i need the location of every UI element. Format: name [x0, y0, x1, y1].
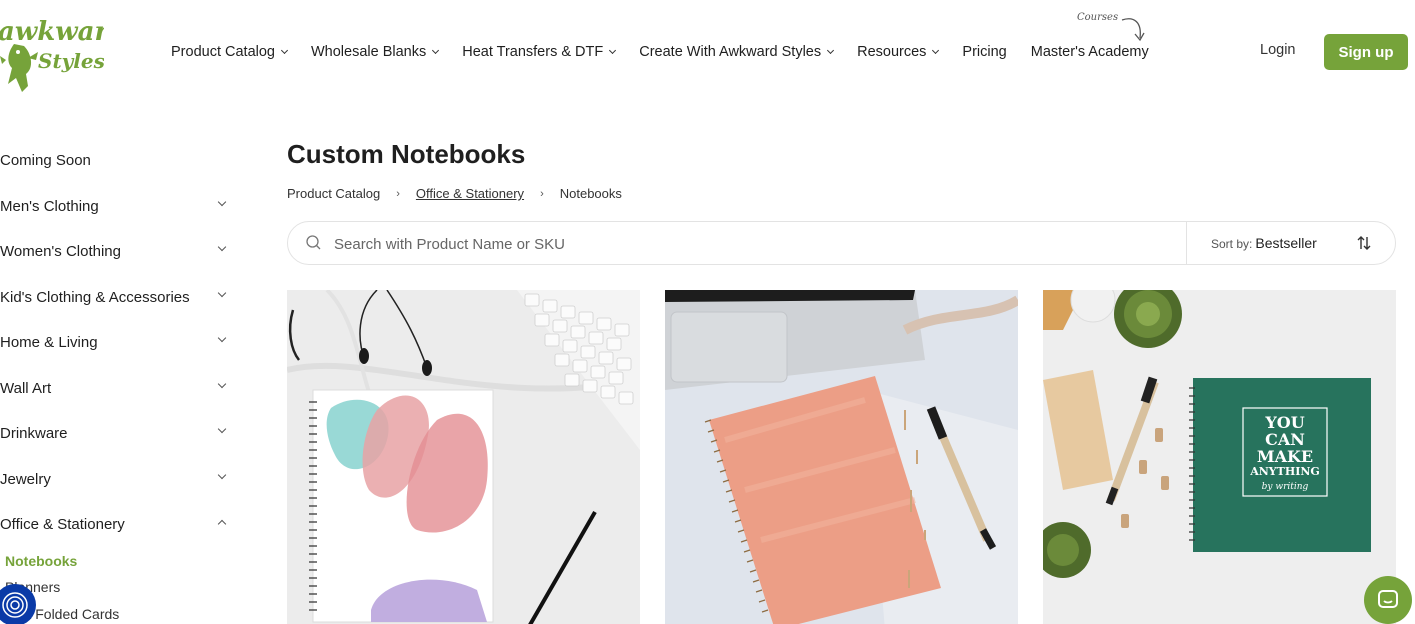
fingerprint-icon [2, 592, 28, 618]
nav-pricing[interactable]: Pricing [962, 44, 1006, 60]
signup-button[interactable]: Sign up [1324, 34, 1408, 70]
chevron-down-icon[interactable] [217, 333, 227, 343]
chevron-down-icon[interactable] [217, 379, 227, 388]
nav-label: Create With Awkward Styles [639, 44, 822, 60]
nav-label: Product Catalog [171, 44, 275, 60]
nav-label: Resources [857, 44, 927, 60]
sidebar-subitem-folded-cards[interactable]: & Folded Cards [0, 601, 240, 624]
sidebar-item-label: Men's Clothing [0, 197, 99, 215]
sort-value: Bestseller [1255, 235, 1317, 251]
nav-resources[interactable]: Resources [857, 44, 940, 60]
chevron-down-icon[interactable] [217, 197, 227, 206]
logo-line2: Styles [38, 49, 104, 73]
sidebar-item-kids-clothing[interactable]: Kid's Clothing & Accessories [0, 275, 240, 321]
cover-text-line: MAKE [1257, 447, 1313, 466]
nav-label: Pricing [962, 44, 1007, 60]
nav-label: Wholesale Blanks [310, 44, 427, 60]
main-nav: Product Catalog Wholesale Blanks Heat Tr… [171, 42, 1173, 62]
sort-dropdown[interactable]: Sort by: Bestseller [1211, 235, 1317, 251]
product-card[interactable] [287, 290, 640, 624]
sidebar-item-coming-soon[interactable]: Coming Soon [0, 138, 240, 184]
nav-label: Heat Transfers & DTF [462, 44, 604, 60]
courses-annotation: Courses [1077, 12, 1119, 23]
search-input[interactable] [334, 232, 1174, 256]
logo-line1: awkward [0, 17, 104, 47]
product-card[interactable] [665, 290, 1018, 624]
chevron-down-icon[interactable] [217, 470, 227, 479]
nav-create-with[interactable]: Create With Awkward Styles [639, 44, 835, 60]
watercolor-notebook-image [287, 290, 640, 624]
sidebar-subitem-planners[interactable]: Planners [0, 574, 240, 601]
nav-wholesale-blanks[interactable]: Wholesale Blanks [310, 44, 440, 60]
sort-label: Sort by: [1211, 237, 1253, 251]
category-sidebar: Coming Soon Men's Clothing Women's Cloth… [0, 138, 240, 624]
login-link[interactable]: Login [1260, 42, 1295, 58]
sidebar-item-label: Jewelry [0, 470, 51, 488]
sidebar-item-jewelry[interactable]: Jewelry [0, 457, 240, 503]
chat-button[interactable] [1364, 576, 1412, 624]
sidebar-item-womens-clothing[interactable]: Women's Clothing [0, 229, 240, 275]
divider [1186, 222, 1187, 264]
chevron-down-icon[interactable] [217, 242, 227, 252]
sort-arrows-icon[interactable] [1355, 234, 1373, 252]
sidebar-item-label: Wall Art [0, 379, 52, 397]
sidebar-item-home-living[interactable]: Home & Living [0, 320, 240, 366]
chevron-down-icon [609, 46, 617, 55]
search-bar: Sort by:Bestseller [287, 221, 1396, 265]
green-notebook-image: YOU CAN MAKE ANYTHING by writing [1043, 290, 1396, 624]
breadcrumb: Product Catalog › Office & Stationery › … [287, 186, 622, 201]
sidebar-item-wall-art[interactable]: Wall Art [0, 366, 240, 412]
chevron-down-icon [432, 46, 440, 55]
accessibility-fingerprint-icon[interactable] [0, 584, 36, 624]
sidebar-item-label: Kid's Clothing & Accessories [0, 288, 190, 306]
chat-icon [1378, 590, 1398, 608]
chevron-up-icon[interactable] [217, 519, 227, 529]
nav-heat-transfers[interactable]: Heat Transfers & DTF [462, 44, 617, 60]
sidebar-item-label: Drinkware [0, 425, 68, 443]
chevron-down-icon [280, 46, 289, 55]
chevron-right-icon: › [396, 187, 400, 200]
chevron-down-icon [827, 46, 835, 55]
sidebar-item-drinkware[interactable]: Drinkware [0, 411, 240, 457]
breadcrumb-current: Notebooks [559, 186, 622, 201]
search-icon [306, 235, 321, 250]
frog-logo-icon: awkward Styles [0, 17, 126, 92]
breadcrumb-item[interactable]: Product Catalog [287, 186, 380, 201]
product-card[interactable]: YOU CAN MAKE ANYTHING by writing [1043, 290, 1396, 624]
nav-product-catalog[interactable]: Product Catalog [171, 44, 289, 60]
cover-text-line: by writing [1262, 482, 1309, 492]
peach-notebook-image [665, 290, 1018, 624]
chevron-down-icon[interactable] [217, 288, 227, 297]
chevron-down-icon [932, 46, 940, 55]
chevron-down-icon[interactable] [217, 424, 227, 434]
chevron-right-icon: › [540, 187, 544, 200]
sidebar-item-office-stationery[interactable]: Office & Stationery [0, 502, 240, 548]
sidebar-item-label: Home & Living [0, 334, 98, 352]
page-title: Custom Notebooks [287, 139, 526, 169]
breadcrumb-item[interactable]: Office & Stationery [416, 186, 524, 201]
sidebar-subitem-notebooks[interactable]: Notebooks [0, 548, 240, 575]
sidebar-item-label: Women's Clothing [0, 243, 121, 261]
cover-text-line: ANYTHING [1249, 465, 1320, 478]
brand-logo[interactable]: awkward Styles [0, 6, 126, 98]
sidebar-item-label: Coming Soon [0, 152, 91, 170]
sidebar-item-mens-clothing[interactable]: Men's Clothing [0, 184, 240, 230]
curved-arrow-icon [1121, 18, 1145, 42]
sidebar-item-label: Office & Stationery [0, 516, 125, 534]
